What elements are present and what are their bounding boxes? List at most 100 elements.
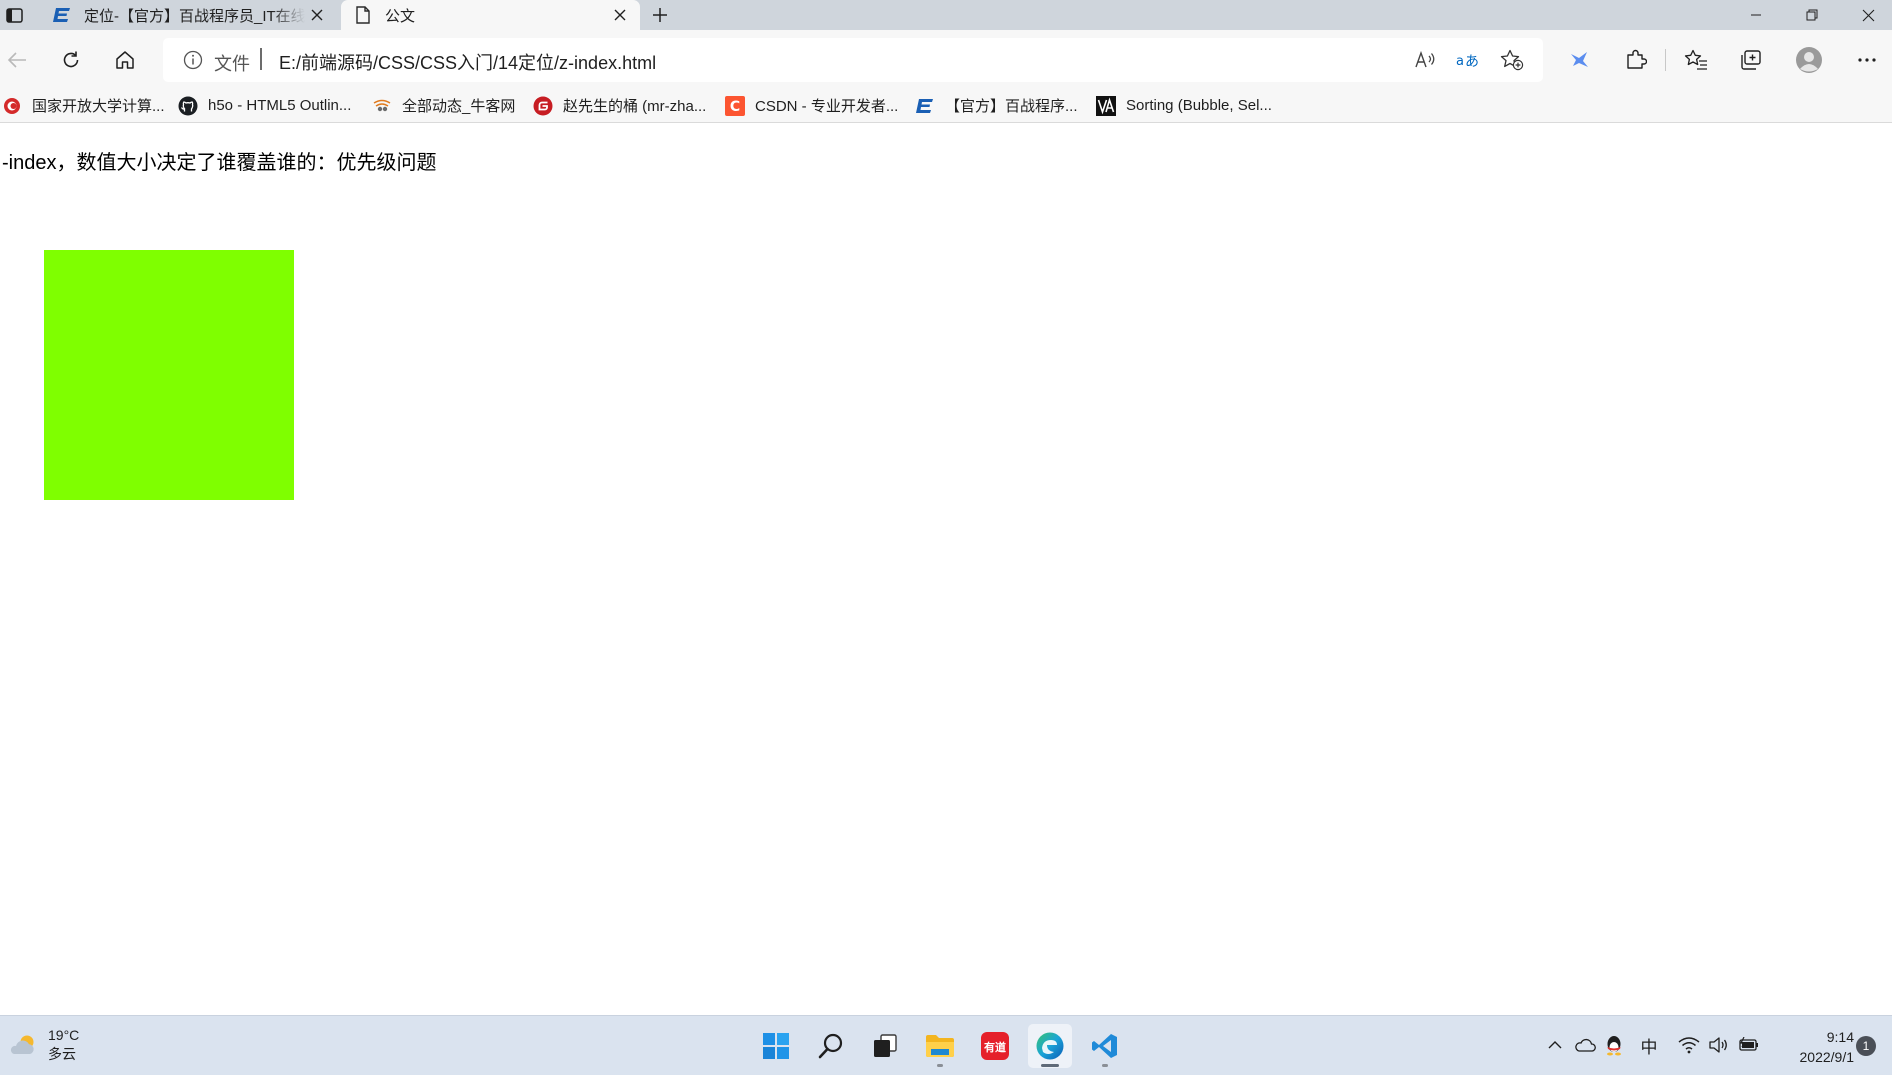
collections-icon <box>1741 50 1761 70</box>
favorite-label: h5o - HTML5 Outlin... <box>208 97 352 114</box>
start-button[interactable] <box>754 1024 798 1068</box>
tab-title: 定位-【官方】百战程序员_IT在线 <box>84 7 305 25</box>
partly-cloudy-icon <box>10 1035 34 1054</box>
svg-text:C: C <box>730 99 740 115</box>
bird-extension-icon <box>1571 52 1588 67</box>
favorite-label: 全部动态_牛客网 <box>402 98 516 115</box>
chevron-up-icon <box>1548 1041 1562 1049</box>
collections-button[interactable] <box>1736 45 1766 75</box>
tab-close-button[interactable] <box>305 3 329 27</box>
show-hidden-icons-button[interactable] <box>1542 1032 1568 1058</box>
tab-gongwen[interactable]: 公文 <box>341 0 640 30</box>
running-indicator <box>937 1064 943 1067</box>
favorite-item-gitee[interactable]: 赵先生的桶 (mr-zha... <box>533 88 706 123</box>
read-aloud-icon[interactable] <box>1413 47 1439 73</box>
onedrive-tray-button[interactable] <box>1572 1032 1598 1058</box>
profile-button[interactable] <box>1794 45 1824 75</box>
puzzle-icon <box>1627 49 1647 69</box>
favorite-item-csdn[interactable]: C CSDN - 专业开发者... <box>725 88 898 123</box>
favorite-label: 赵先生的桶 (mr-zha... <box>563 98 707 115</box>
search-button[interactable] <box>809 1024 853 1068</box>
notification-badge[interactable]: 1 <box>1856 1036 1876 1056</box>
volume-tray-button[interactable] <box>1705 1032 1731 1058</box>
close-icon <box>311 9 323 21</box>
tab-strip: 定位-【官方】百战程序员_IT在线 公文 <box>0 0 1892 30</box>
taskbar-app-file-explorer[interactable] <box>918 1024 962 1068</box>
svg-text:あ: あ <box>1465 54 1479 70</box>
clock-date: 2022/9/1 <box>1799 1049 1855 1065</box>
add-favorite-icon[interactable] <box>1499 47 1525 73</box>
close-icon <box>614 9 626 21</box>
avatar-icon <box>1796 47 1822 73</box>
windows-taskbar: 19°C 多云 有道 中 9:14 2022/9/1 1 <box>0 1015 1892 1075</box>
page-viewport: -index，数值大小决定了谁覆盖谁的：优先级问题 <box>0 124 1892 1014</box>
favorite-item-sorting[interactable]: Sorting (Bubble, Sel... <box>1096 88 1272 123</box>
folder-icon <box>926 1035 954 1057</box>
tab-title: 公文 <box>385 7 416 25</box>
wifi-icon <box>1678 1037 1700 1054</box>
running-indicator <box>1102 1064 1108 1067</box>
restore-button[interactable] <box>1784 0 1840 30</box>
browser-toolbar: 文件 E:/前端源码/CSS/CSS入门/14定位/z-index.html a… <box>0 30 1892 88</box>
edge-browser-icon <box>1036 1032 1064 1060</box>
close-window-button[interactable] <box>1840 0 1892 30</box>
green-box <box>44 250 294 500</box>
minimize-button[interactable] <box>1728 0 1784 30</box>
favorite-label: CSDN - 专业开发者... <box>755 98 899 115</box>
extension-button[interactable] <box>1565 45 1595 75</box>
url-scheme-label: 文件 <box>214 54 250 74</box>
battery-tray-button[interactable] <box>1736 1032 1762 1058</box>
home-button[interactable] <box>110 45 140 75</box>
favorites-bar: 国家开放大学计算... h5o - HTML5 Outlin... 全部动态_牛… <box>0 88 1892 123</box>
toolbar-divider <box>1665 49 1666 71</box>
search-icon <box>818 1033 843 1059</box>
back-button[interactable] <box>2 45 32 75</box>
taskbar-app-vscode[interactable] <box>1083 1024 1127 1068</box>
tab-actions-icon <box>5 7 23 23</box>
translate-icon[interactable]: a あ <box>1455 47 1481 73</box>
restore-icon <box>1806 9 1818 21</box>
taskbar-app-edge[interactable] <box>1028 1024 1072 1068</box>
qq-tray-button[interactable] <box>1601 1032 1627 1058</box>
favorite-item-bjsxt[interactable]: 【官方】百战程序... <box>915 88 1078 123</box>
wifi-tray-button[interactable] <box>1676 1032 1702 1058</box>
csdn-icon: C <box>725 95 745 116</box>
favorite-label: 国家开放大学计算... <box>32 98 165 115</box>
task-view-button[interactable] <box>863 1024 907 1068</box>
new-tab-button[interactable] <box>648 3 672 27</box>
more-horizontal-icon <box>1858 58 1876 62</box>
weather-condition: 多云 <box>48 1046 76 1062</box>
address-divider <box>260 48 262 70</box>
extensions-button[interactable] <box>1621 45 1651 75</box>
favorite-item-ouchn[interactable]: 国家开放大学计算... <box>2 88 165 123</box>
gitee-icon <box>533 96 553 116</box>
svg-text:有道: 有道 <box>984 1040 1006 1054</box>
tab-actions-menu-button[interactable] <box>0 0 28 30</box>
qq-penguin-icon <box>1607 1036 1621 1056</box>
minimize-icon <box>1751 14 1761 16</box>
system-clock[interactable]: 9:14 2022/9/1 <box>1770 1027 1855 1067</box>
more-menu-button[interactable] <box>1852 45 1882 75</box>
url-text[interactable]: E:/前端源码/CSS/CSS入门/14定位/z-index.html <box>279 49 656 75</box>
clock-time: 9:14 <box>1826 1029 1854 1045</box>
taskbar-app-youdao[interactable]: 有道 <box>973 1024 1017 1068</box>
favorite-item-nowcoder[interactable]: 全部动态_牛客网 <box>372 88 515 123</box>
favorite-item-h5o[interactable]: h5o - HTML5 Outlin... <box>178 88 351 123</box>
address-bar[interactable]: 文件 E:/前端源码/CSS/CSS入门/14定位/z-index.html a… <box>163 38 1543 82</box>
tab-close-button[interactable] <box>608 3 632 27</box>
input-method-indicator[interactable]: 中 <box>1636 1032 1662 1058</box>
weather-widget[interactable]: 19°C 多云 <box>8 1026 79 1064</box>
youdao-dictionary-icon: 有道 <box>981 1032 1009 1060</box>
weather-temperature: 19°C <box>48 1027 80 1043</box>
tab-bjsxt[interactable]: 定位-【官方】百战程序员_IT在线 <box>40 0 337 30</box>
refresh-icon <box>63 51 79 68</box>
info-icon[interactable] <box>183 50 203 70</box>
home-icon <box>116 51 134 69</box>
active-window-indicator <box>1041 1064 1059 1067</box>
favorites-button[interactable] <box>1681 45 1711 75</box>
speaker-icon <box>1709 1037 1727 1053</box>
favorites-star-list-icon <box>1684 49 1707 70</box>
vscode-icon <box>1092 1034 1117 1058</box>
refresh-button[interactable] <box>56 45 86 75</box>
arrow-left-icon <box>7 52 26 68</box>
